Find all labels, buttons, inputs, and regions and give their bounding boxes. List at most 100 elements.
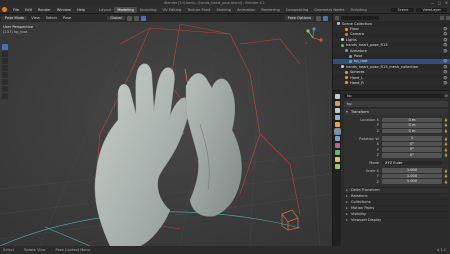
visibility-eye-icon[interactable]: 👁: [443, 38, 448, 42]
properties-tab-icon[interactable]: [334, 122, 340, 127]
filter-icon[interactable]: [440, 15, 444, 20]
location-z-field[interactable]: 0 m: [382, 128, 442, 134]
scale-z-field[interactable]: 1.000: [382, 179, 442, 185]
workspace-tab-uv-editing[interactable]: UV Editing: [160, 7, 185, 13]
mode-selector[interactable]: Pose Mode: [2, 16, 28, 20]
scale-tool-icon[interactable]: [2, 72, 8, 78]
cursor-tool-icon[interactable]: [2, 51, 8, 57]
blender-logo-icon[interactable]: [2, 7, 7, 12]
bone-name-field[interactable]: hp: [344, 101, 448, 107]
annotate-tool-icon[interactable]: [2, 86, 8, 92]
lock-icon[interactable]: 🔓: [444, 180, 448, 184]
viewport-shading-icon[interactable]: [316, 15, 321, 21]
menu-view[interactable]: View: [29, 16, 42, 20]
new-collection-icon[interactable]: [446, 15, 450, 20]
outliner-row[interactable]: Floor 👁: [333, 26, 450, 32]
outliner-row[interactable]: Camera 👁: [333, 32, 450, 37]
move-tool-icon[interactable]: [2, 58, 8, 64]
properties-tab-icon[interactable]: [334, 101, 340, 106]
xray-icon[interactable]: [323, 15, 328, 21]
visibility-eye-icon[interactable]: 👁: [443, 65, 448, 69]
lock-icon[interactable]: 🔓: [444, 169, 448, 173]
workspace-tab-layout[interactable]: Layout: [96, 7, 114, 13]
menu-help[interactable]: Help: [74, 8, 88, 12]
visibility-eye-icon[interactable]: 👁: [443, 43, 448, 47]
outliner-row[interactable]: Scene Collection: [333, 21, 450, 26]
outliner-row[interactable]: Hand_L 👁: [333, 75, 450, 80]
workspace-tab-compositing[interactable]: Compositing: [283, 7, 312, 13]
pivot-icon[interactable]: [126, 15, 132, 21]
properties-tab-icon[interactable]: [334, 164, 340, 169]
collapsed-panel-header[interactable]: ▸ Viewport Display: [344, 216, 448, 223]
menu-file[interactable]: File: [10, 8, 22, 12]
scene-selector[interactable]: Scene: [391, 7, 415, 12]
workspace-tab-animation[interactable]: Animation: [234, 7, 258, 13]
visibility-eye-icon[interactable]: 👁: [443, 70, 448, 74]
rotation-w-field[interactable]: 1: [382, 136, 442, 141]
menu-render[interactable]: Render: [35, 8, 54, 12]
workspace-tab-rendering[interactable]: Rendering: [258, 7, 282, 13]
minimize-button[interactable]: —: [429, 1, 436, 5]
pin-icon[interactable]: ⊙: [445, 94, 448, 98]
workspace-tab-sculpting[interactable]: Sculpting: [137, 7, 160, 13]
properties-tab-icon[interactable]: [334, 115, 340, 120]
display-mode-icon[interactable]: [335, 15, 339, 20]
location-x-field[interactable]: 0 m: [382, 117, 442, 123]
viewport-scene[interactable]: [0, 14, 332, 246]
select-tool-icon[interactable]: [2, 44, 8, 50]
outliner-row[interactable]: Lights 👁: [333, 37, 450, 43]
lock-icon[interactable]: 🔓: [444, 153, 448, 157]
outliner-row[interactable]: hands_heart_pose_R13 👁: [333, 43, 450, 48]
snap-icon[interactable]: [133, 15, 139, 21]
visibility-eye-icon[interactable]: 👁: [443, 76, 448, 80]
rotation-z-field[interactable]: 0°: [382, 153, 442, 158]
close-button[interactable]: ✕: [443, 1, 450, 5]
properties-tab-icon[interactable]: [334, 136, 340, 141]
menu-select[interactable]: Select: [44, 16, 59, 20]
outliner-search-input[interactable]: [341, 15, 379, 20]
navigation-gizmo[interactable]: [302, 27, 324, 49]
view-layer-selector[interactable]: ViewLayer: [416, 7, 447, 12]
properties-tab-icon[interactable]: [334, 157, 340, 162]
lock-icon[interactable]: 🔓: [444, 148, 448, 152]
workspace-tab-scripting[interactable]: Scripting: [348, 7, 370, 13]
lock-icon[interactable]: 🔓: [444, 137, 448, 141]
outliner-row[interactable]: Hand_R 👁: [333, 80, 450, 86]
visibility-eye-icon[interactable]: 👁: [443, 32, 448, 36]
transform-orientation-selector[interactable]: Global: [107, 16, 125, 20]
visibility-eye-icon[interactable]: 👁: [443, 59, 448, 63]
workspace-tab-shading[interactable]: Shading: [213, 7, 234, 13]
workspace-tab-modeling[interactable]: Modeling: [114, 6, 137, 13]
visibility-eye-icon[interactable]: 👁: [443, 81, 448, 85]
lock-icon[interactable]: 🔓: [444, 123, 448, 127]
maximize-button[interactable]: ▢: [436, 1, 443, 5]
properties-tab-icon[interactable]: [333, 128, 341, 135]
outliner-row[interactable]: hands_heart_pose_R13_mesh_collection 👁: [333, 64, 450, 69]
lock-icon[interactable]: 🔓: [444, 142, 448, 146]
properties-tab-icon[interactable]: [334, 143, 340, 148]
visibility-eye-icon[interactable]: 👁: [443, 49, 448, 53]
lock-icon[interactable]: 🔓: [444, 129, 448, 133]
visibility-eye-icon[interactable]: 👁: [443, 27, 448, 31]
outliner-row[interactable]: Armature 👁: [333, 47, 450, 54]
properties-tab-icon[interactable]: [334, 94, 340, 99]
location-y-field[interactable]: 0 m: [382, 123, 442, 128]
menu-window[interactable]: Window: [54, 8, 74, 12]
properties-tab-icon[interactable]: [334, 150, 340, 155]
menu-edit[interactable]: Edit: [22, 8, 35, 12]
rotate-tool-icon[interactable]: [2, 65, 8, 71]
rotation-x-field[interactable]: 0°: [382, 141, 442, 147]
outliner-row[interactable]: Spheres 👁: [333, 69, 450, 75]
lock-icon[interactable]: 🔓: [444, 174, 448, 178]
rotation-y-field[interactable]: 0°: [382, 147, 442, 153]
pose-options-button[interactable]: Pose Options: [284, 16, 314, 20]
workspace-tab-texture-paint[interactable]: Texture Paint: [184, 7, 213, 13]
lock-icon[interactable]: 🔓: [444, 118, 448, 122]
workspace-tab-geometry-nodes[interactable]: Geometry Nodes: [311, 7, 347, 13]
scale-y-field[interactable]: 1.000: [382, 173, 442, 179]
3d-viewport[interactable]: Pose Mode View Select Pose Global Pose O…: [0, 14, 332, 246]
measure-tool-icon[interactable]: [2, 93, 8, 99]
properties-tab-icon[interactable]: [334, 108, 340, 113]
rotation-mode-dropdown[interactable]: XYZ Euler: [382, 160, 442, 166]
scale-x-field[interactable]: 1.000: [382, 168, 442, 173]
